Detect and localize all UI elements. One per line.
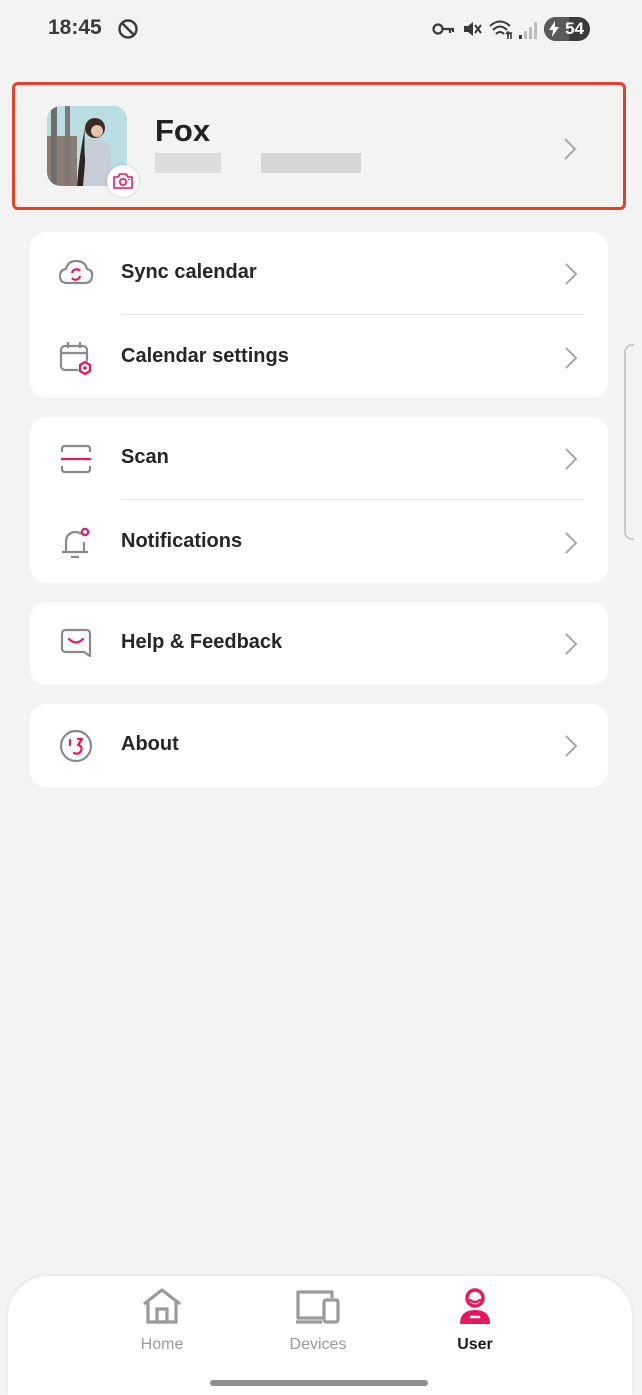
menu-item-sync-calendar[interactable]: Sync calendar bbox=[30, 232, 608, 314]
chevron-right-icon bbox=[565, 735, 578, 757]
edge-panel-handle[interactable] bbox=[624, 344, 634, 540]
about-label: About bbox=[121, 733, 179, 755]
scan-icon bbox=[60, 444, 92, 474]
status-time: 18:45 bbox=[48, 16, 102, 39]
calendar-settings-label: Calendar settings bbox=[121, 345, 289, 367]
status-bar: 18:45 54 bbox=[0, 0, 642, 60]
calendar-settings-icon bbox=[59, 342, 92, 376]
feedback-icon bbox=[60, 628, 92, 658]
devices-icon bbox=[296, 1290, 340, 1324]
chevron-right-icon bbox=[565, 347, 578, 369]
menu-item-help-feedback[interactable]: Help & Feedback bbox=[30, 602, 608, 684]
tab-user[interactable]: User bbox=[415, 1286, 535, 1366]
divider bbox=[121, 314, 584, 315]
vpn-off-icon bbox=[118, 19, 138, 39]
battery-icon: 54 bbox=[544, 17, 590, 41]
battery-percent: 54 bbox=[565, 19, 584, 38]
chevron-right-icon bbox=[565, 532, 578, 554]
cloud-sync-icon bbox=[58, 259, 94, 285]
menu-item-scan[interactable]: Scan bbox=[30, 417, 608, 499]
tab-user-label: User bbox=[457, 1336, 493, 1353]
chevron-right-icon bbox=[564, 138, 577, 160]
charging-bolt-icon bbox=[549, 21, 559, 37]
mute-icon bbox=[464, 22, 482, 36]
key-icon bbox=[432, 23, 455, 35]
menu-item-notifications[interactable]: Notifications bbox=[30, 501, 608, 583]
tab-devices-label: Devices bbox=[289, 1336, 347, 1353]
camera-icon bbox=[113, 173, 133, 189]
menu-item-about[interactable]: About bbox=[30, 704, 608, 786]
tab-devices[interactable]: Devices bbox=[258, 1286, 378, 1366]
wifi-icon bbox=[489, 20, 512, 39]
calendar-card: Sync calendar Calendar settings bbox=[30, 232, 608, 398]
menu-item-calendar-settings[interactable]: Calendar settings bbox=[30, 316, 608, 398]
sync-calendar-label: Sync calendar bbox=[121, 261, 257, 283]
about-card: About bbox=[30, 704, 608, 787]
home-icon bbox=[143, 1288, 181, 1324]
scan-label: Scan bbox=[121, 446, 169, 468]
divider bbox=[121, 499, 584, 500]
bottom-tab-bar: Home Devices User bbox=[8, 1276, 632, 1395]
redacted-account-id bbox=[155, 153, 221, 173]
redacted-account-id bbox=[261, 153, 361, 173]
profile-name: Fox bbox=[155, 113, 211, 148]
profile-card[interactable]: Fox bbox=[12, 82, 626, 210]
chevron-right-icon bbox=[565, 263, 578, 285]
help-feedback-label: Help & Feedback bbox=[121, 631, 283, 653]
signal-icon bbox=[519, 22, 537, 39]
home-indicator bbox=[210, 1380, 428, 1386]
tab-home[interactable]: Home bbox=[102, 1286, 222, 1366]
about-icon bbox=[59, 729, 93, 763]
help-card: Help & Feedback bbox=[30, 602, 608, 685]
chevron-right-icon bbox=[565, 633, 578, 655]
chevron-right-icon bbox=[565, 448, 578, 470]
bell-icon bbox=[62, 527, 90, 559]
change-avatar-button[interactable] bbox=[107, 165, 139, 197]
tab-home-label: Home bbox=[140, 1336, 184, 1353]
user-icon bbox=[460, 1288, 490, 1324]
tools-card: Scan Notifications bbox=[30, 417, 608, 583]
notifications-label: Notifications bbox=[121, 530, 243, 552]
